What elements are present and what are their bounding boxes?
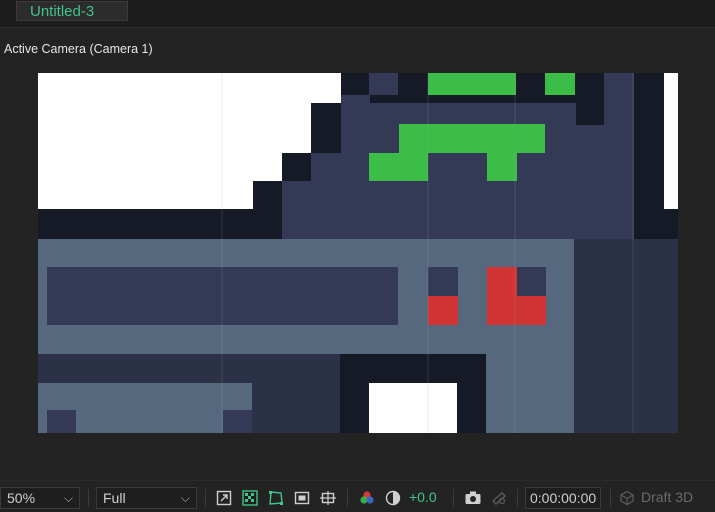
toolbar-divider [205, 489, 206, 507]
viewer-toolbar: 50% ⌵ Full ⌵ +0.0 0:00:00:00 Draft 3D [0, 480, 715, 512]
snapshot-icon[interactable] [462, 487, 484, 509]
zoom-value: 50% [7, 490, 36, 506]
active-camera-label: Active Camera (Camera 1) [4, 42, 153, 56]
toolbar-divider [347, 489, 348, 507]
color-channels-icon[interactable] [356, 487, 378, 509]
draft-3d-toggle[interactable]: Draft 3D [641, 487, 693, 509]
mask-path-icon[interactable] [265, 487, 287, 509]
draft-3d-icon[interactable] [616, 487, 638, 509]
resolution-dropdown[interactable]: Full ⌵ [96, 487, 197, 509]
composition-canvas[interactable] [38, 73, 678, 433]
reset-exposure-icon[interactable] [382, 487, 404, 509]
exposure-value[interactable]: +0.0 [409, 487, 437, 509]
chevron-down-icon: ⌵ [63, 491, 73, 505]
region-of-interest-icon[interactable] [213, 487, 235, 509]
zoom-dropdown[interactable]: 50% ⌵ [0, 487, 80, 509]
timecode-display[interactable]: 0:00:00:00 [525, 487, 602, 509]
transparency-grid-icon[interactable] [239, 487, 261, 509]
toolbar-divider [610, 489, 611, 507]
toolbar-divider [88, 489, 89, 507]
show-snapshot-icon[interactable] [488, 487, 510, 509]
grid-guides-icon[interactable] [317, 487, 339, 509]
composition-viewer[interactable] [0, 58, 715, 478]
resolution-value: Full [103, 490, 126, 506]
composition-tabstrip: Untitled-3 [0, 0, 715, 28]
toolbar-divider [517, 489, 518, 507]
pixel-art-scene [38, 73, 678, 433]
chevron-down-icon: ⌵ [180, 491, 190, 505]
title-action-safe-icon[interactable] [291, 487, 313, 509]
composition-tab[interactable]: Untitled-3 [16, 1, 128, 21]
toolbar-divider [453, 489, 454, 507]
